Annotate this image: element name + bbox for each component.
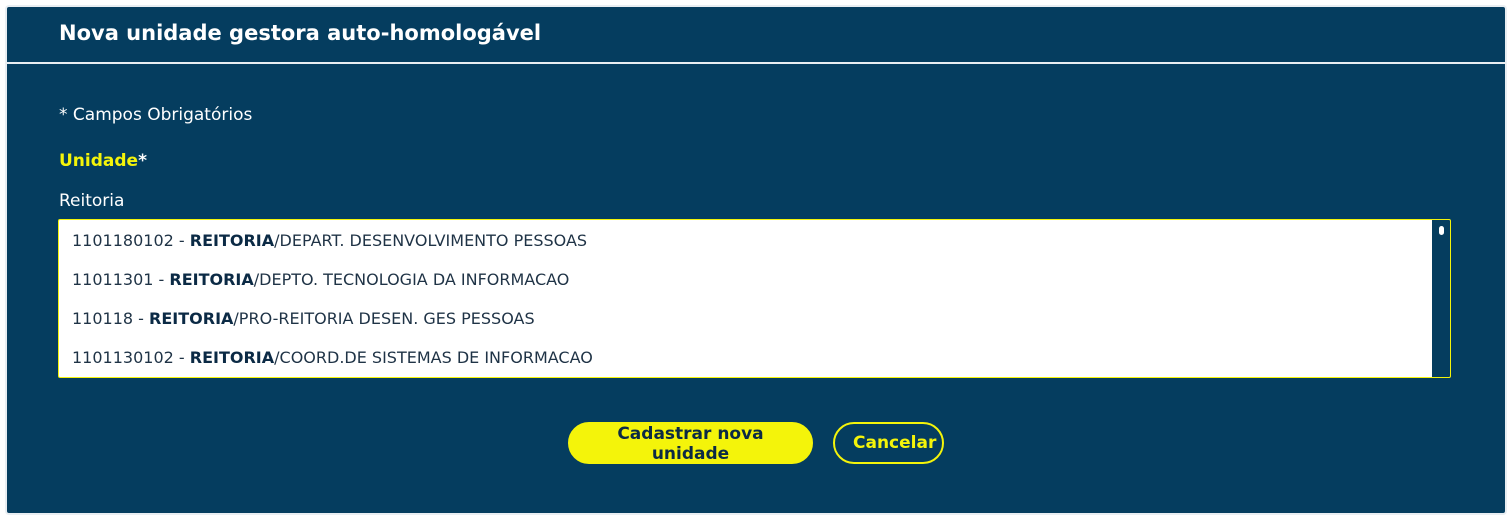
list-item[interactable]: 1101130102 - REITORIA/COORD.DE SISTEMAS … bbox=[59, 338, 1450, 377]
unidade-label-text: Unidade bbox=[59, 151, 139, 171]
list-item-match: REITORIA bbox=[189, 348, 275, 367]
list-item-match: REITORIA bbox=[149, 309, 234, 328]
dialog: Nova unidade gestora auto-homologável * … bbox=[5, 5, 1507, 515]
cadastrar-nova-unidade-button[interactable]: Cadastrar nova unidade bbox=[568, 422, 813, 464]
list-item[interactable]: 11011301 - REITORIA/DEPTO. TECNOLOGIA DA… bbox=[59, 260, 1450, 299]
required-fields-note: * Campos Obrigatórios bbox=[59, 105, 253, 125]
list-item-rest: /DEPTO. TECNOLOGIA DA INFORMACAO bbox=[253, 270, 570, 289]
list-item[interactable]: 1101180102 - REITORIA/DEPART. DESENVOLVI… bbox=[59, 220, 1450, 260]
title-divider bbox=[7, 62, 1505, 64]
list-item[interactable]: 110118 - REITORIA/PRO-REITORIA DESEN. GE… bbox=[59, 299, 1450, 338]
unidade-search-input[interactable] bbox=[59, 191, 659, 211]
scrollbar-thumb[interactable] bbox=[1439, 226, 1444, 235]
list-item-code: 1101180102 - bbox=[72, 231, 190, 250]
list-item-rest: /DEPART. DESENVOLVIMENTO PESSOAS bbox=[274, 231, 588, 250]
list-item-code: 1101130102 - bbox=[72, 348, 190, 367]
list-item-rest: /COORD.DE SISTEMAS DE INFORMACAO bbox=[274, 348, 593, 367]
list-item-match: REITORIA bbox=[189, 231, 275, 250]
list-item-match: REITORIA bbox=[169, 270, 254, 289]
cancel-button[interactable]: Cancelar bbox=[833, 422, 944, 464]
list-item-rest: /PRO-REITORIA DESEN. GES PESSOAS bbox=[233, 309, 535, 328]
dialog-title: Nova unidade gestora auto-homologável bbox=[59, 21, 542, 45]
unidade-results-list: 1101180102 - REITORIA/DEPART. DESENVOLVI… bbox=[58, 219, 1451, 378]
required-mark: * bbox=[138, 151, 147, 171]
results-scrollbar[interactable] bbox=[1432, 220, 1450, 377]
list-item-code: 11011301 - bbox=[72, 270, 170, 289]
unidade-label: Unidade* bbox=[59, 151, 147, 171]
list-item-code: 110118 - bbox=[72, 309, 150, 328]
